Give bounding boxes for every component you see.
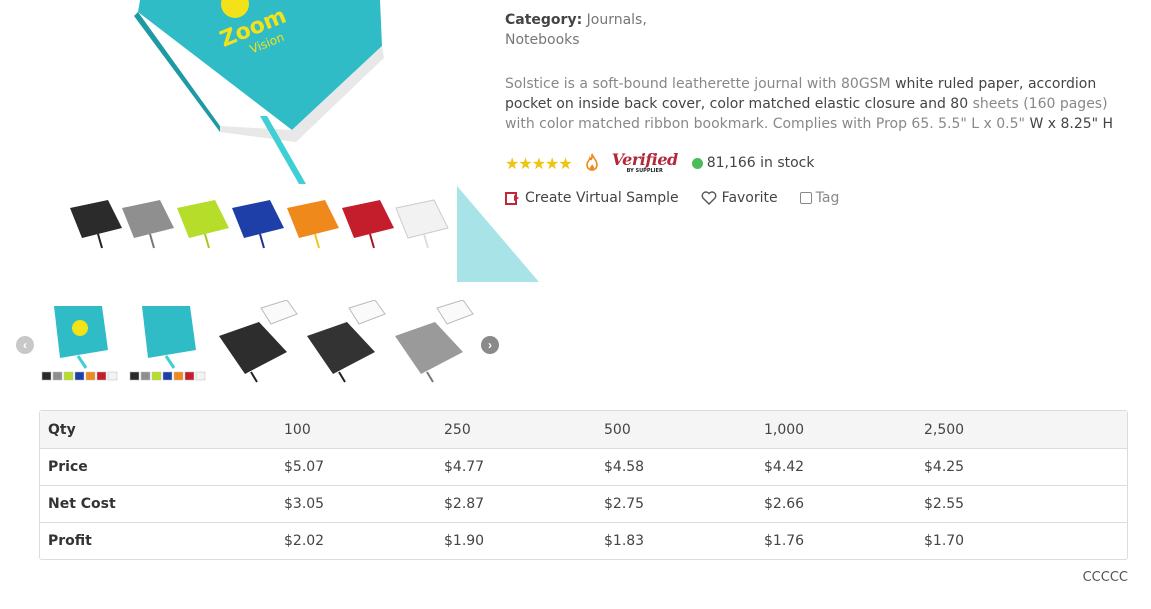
price-row-label: Price <box>40 448 276 485</box>
chevron-right-icon: › <box>488 338 492 352</box>
price-row: Price $5.07 $4.77 $4.58 $4.42 $4.25 <box>40 448 1127 485</box>
thumbnail-carousel: ‹ › <box>14 296 504 392</box>
thumbnail-4[interactable] <box>305 299 387 386</box>
verified-badge: Verified BY SUPPLIER <box>612 152 678 174</box>
category-row: Category: Journals, Notebooks <box>505 10 647 50</box>
chevron-left-icon: ‹ <box>23 338 27 352</box>
profit-row: Profit $2.02 $1.90 $1.83 $1.76 $1.70 <box>40 522 1127 559</box>
color-swatch <box>184 371 195 381</box>
category-link-notebooks[interactable]: Notebooks <box>505 32 580 48</box>
carousel-prev-button[interactable]: ‹ <box>16 336 34 354</box>
heart-icon <box>701 191 717 205</box>
color-swatch <box>85 371 96 381</box>
footer-note: CCCCC <box>1082 570 1128 585</box>
color-swatch <box>74 371 85 381</box>
teal-journal-illustration: Zoom Vision <box>70 0 449 249</box>
profit-cell: $1.76 <box>756 522 916 559</box>
profit-row-label: Profit <box>40 522 276 559</box>
pricing-table: Qty 100 250 500 1,000 2,500 Price $5.07 … <box>39 410 1128 560</box>
net-cost-cell: $3.05 <box>276 485 436 522</box>
color-variant-row <box>70 199 449 249</box>
tag-checkbox[interactable]: Tag <box>799 190 840 206</box>
qty-cell: 1,000 <box>756 411 916 448</box>
profit-cell: $1.83 <box>596 522 756 559</box>
favorite-label: Favorite <box>721 190 778 206</box>
color-swatch <box>162 371 173 381</box>
favorite-button[interactable]: Favorite <box>701 190 778 206</box>
price-cell: $4.77 <box>436 448 596 485</box>
net-cost-cell: $2.87 <box>436 485 596 522</box>
product-description: Solstice is a soft-bound leatherette jou… <box>505 74 1135 134</box>
color-swatch <box>140 371 151 381</box>
thumbnail-1[interactable] <box>40 300 122 386</box>
color-swatch <box>41 371 52 381</box>
description-part-4: W x 8.25" H <box>1029 116 1114 132</box>
qty-cell: 2,500 <box>916 411 1127 448</box>
product-actions-row: Create Virtual Sample Favorite Tag <box>505 186 861 210</box>
create-virtual-sample-button[interactable]: Create Virtual Sample <box>505 190 679 206</box>
virtual-sample-icon <box>505 191 519 205</box>
rating-stars: ★★★★★ <box>505 153 573 173</box>
color-swatch <box>107 371 118 381</box>
checkbox-icon[interactable] <box>799 192 812 204</box>
description-part-1: Solstice is a soft-bound leatherette jou… <box>505 76 896 92</box>
net-cost-cell: $2.55 <box>916 485 1127 522</box>
stock-indicator: 81,166 in stock <box>691 155 815 171</box>
thumbnail-5[interactable] <box>393 299 475 386</box>
product-meta-row: ★★★★★ Verified BY SUPPLIER 81,166 in sto… <box>505 151 815 175</box>
thumbnail-2[interactable] <box>128 300 210 386</box>
stock-status-dot-icon <box>691 157 703 169</box>
category-link-journals[interactable]: Journals, <box>587 12 647 28</box>
price-cell: $4.25 <box>916 448 1127 485</box>
price-cell: $4.58 <box>596 448 756 485</box>
verified-word: Verified <box>611 150 678 169</box>
color-swatch <box>52 371 63 381</box>
qty-cell: 100 <box>276 411 436 448</box>
profit-cell: $1.90 <box>436 522 596 559</box>
color-swatch <box>96 371 107 381</box>
verified-subtext: BY SUPPLIER <box>626 168 663 174</box>
fire-icon <box>585 153 598 171</box>
color-swatch <box>151 371 162 381</box>
net-cost-cell: $2.75 <box>596 485 756 522</box>
tag-label: Tag <box>815 190 840 206</box>
create-virtual-sample-label: Create Virtual Sample <box>525 190 679 206</box>
color-swatch <box>195 371 206 381</box>
qty-cell: 250 <box>436 411 596 448</box>
qty-cell: 500 <box>596 411 756 448</box>
product-main-image[interactable]: Zoom Vision <box>60 0 460 280</box>
color-swatch <box>63 371 74 381</box>
net-cost-row-label: Net Cost <box>40 485 276 522</box>
color-swatch <box>173 371 184 381</box>
stock-text: 81,166 in stock <box>706 155 815 171</box>
carousel-next-button[interactable]: › <box>481 336 499 354</box>
net-cost-cell: $2.66 <box>756 485 916 522</box>
pricing-header-row: Qty 100 250 500 1,000 2,500 <box>40 411 1127 448</box>
profit-cell: $2.02 <box>276 522 436 559</box>
qty-header-label: Qty <box>40 411 276 448</box>
net-cost-row: Net Cost $3.05 $2.87 $2.75 $2.66 $2.55 <box>40 485 1127 522</box>
category-label: Category: <box>505 12 583 28</box>
price-cell: $4.42 <box>756 448 916 485</box>
price-cell: $5.07 <box>276 448 436 485</box>
profit-cell: $1.70 <box>916 522 1127 559</box>
thumbnail-3[interactable] <box>217 299 299 386</box>
color-swatch <box>129 371 140 381</box>
